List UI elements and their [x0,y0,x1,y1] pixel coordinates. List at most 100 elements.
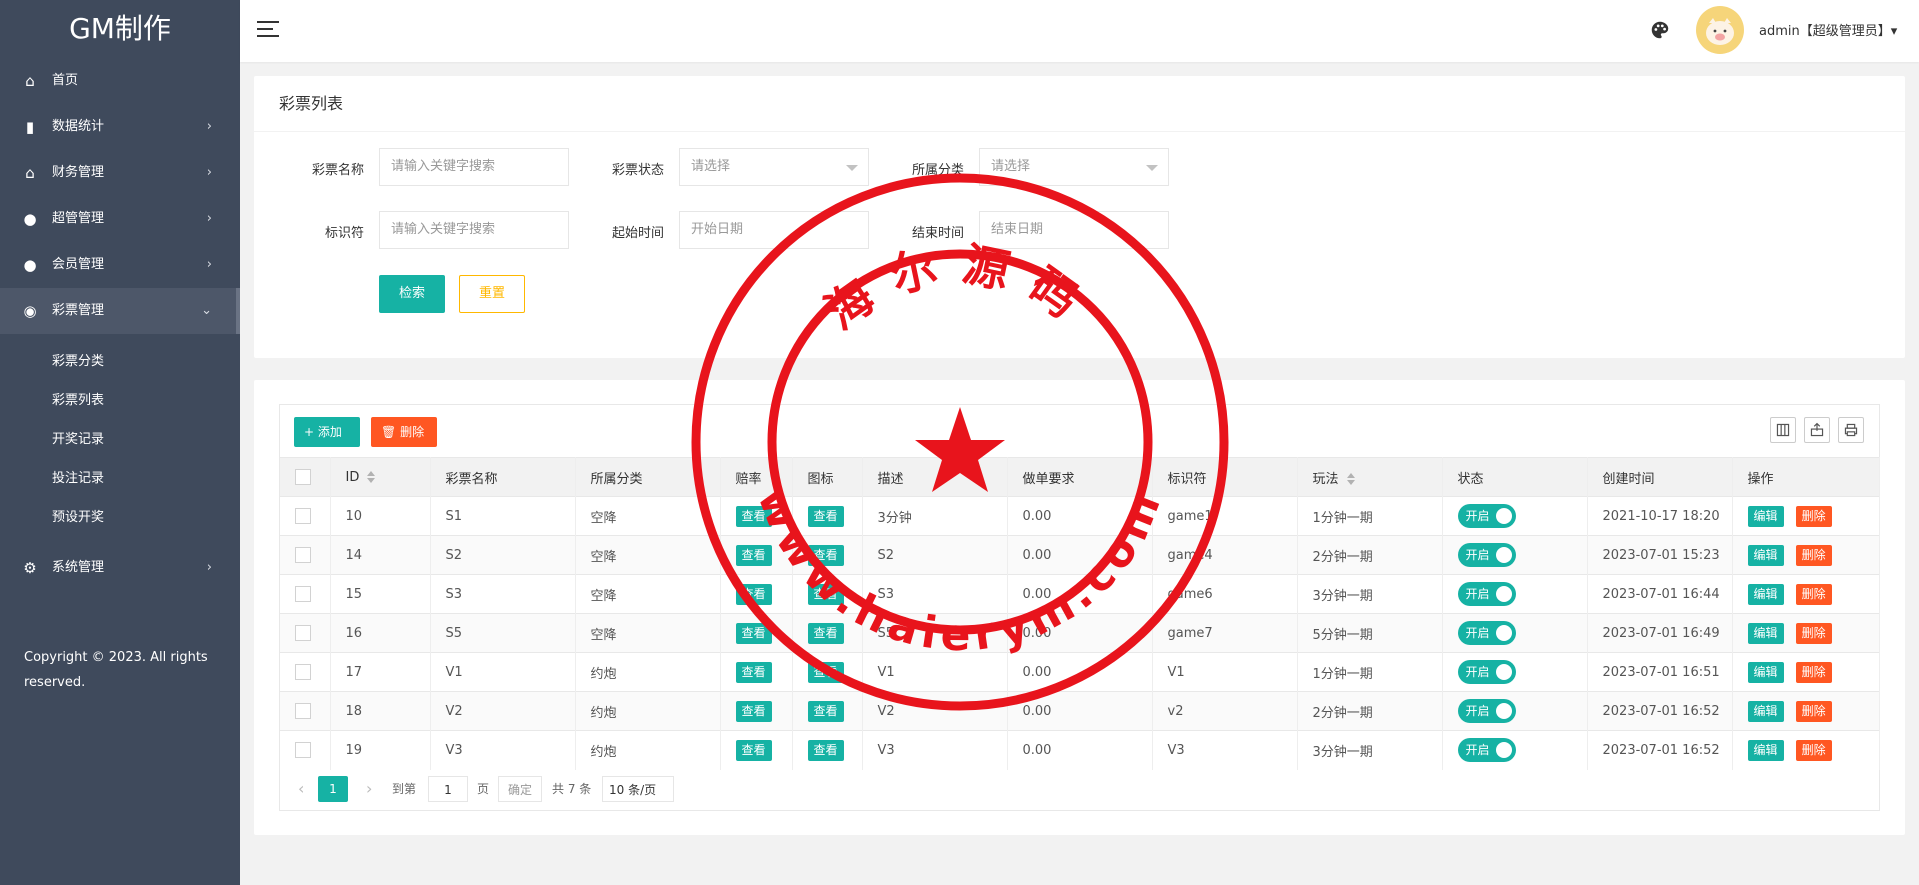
cell-actions: 编辑 删除 [1732,691,1880,731]
lottery-name-input[interactable]: 请输入关键字搜索 [379,148,569,186]
reset-button[interactable]: 重置 [459,275,525,313]
edit-button[interactable]: 编辑 [1747,739,1784,761]
view-icon-button[interactable]: 查看 [807,661,844,683]
view-odds-button[interactable]: 查看 [735,544,772,566]
edit-button[interactable]: 编辑 [1747,544,1784,566]
menu-icon[interactable] [257,21,279,39]
row-checkbox[interactable] [295,508,311,524]
goto-page-input[interactable]: 1 [428,776,468,802]
sidebar-item-admins[interactable]: ● 超管管理 › [0,196,240,242]
row-checkbox[interactable] [295,547,311,563]
cell-name: S3 [430,574,576,614]
status-toggle[interactable]: 开启 [1457,543,1516,567]
export-icon[interactable] [1804,417,1830,443]
row-checkbox-cell [280,652,331,692]
view-icon-button[interactable]: 查看 [807,739,844,761]
cell-icon: 查看 [792,652,863,692]
status-toggle[interactable]: 开启 [1457,738,1516,763]
view-odds-button[interactable]: 查看 [735,583,772,605]
status-toggle[interactable]: 开启 [1457,699,1516,723]
status-toggle[interactable]: 开启 [1457,504,1516,528]
sidebar-item-system[interactable]: ⚙ 系统管理 › [0,545,240,591]
edit-button[interactable]: 编辑 [1747,661,1784,683]
delete-button[interactable]: 删除 [1795,583,1832,605]
view-icon-button[interactable]: 查看 [807,700,844,722]
sort-icon[interactable] [367,471,376,483]
columns-filter-icon[interactable] [1770,417,1796,443]
row-checkbox[interactable] [295,703,311,719]
submenu-item-category[interactable]: 彩票分类 [0,342,240,381]
sidebar-item-label: 数据统计 [52,119,105,134]
delete-button[interactable]: 删除 [1795,622,1832,644]
end-date-input[interactable]: 结束日期 [979,211,1169,249]
view-odds-button[interactable]: 查看 [735,661,772,683]
header-id[interactable]: ID [330,457,431,497]
cell-icon: 查看 [792,691,863,731]
submenu-item-preset-draw[interactable]: 预设开奖 [0,498,240,537]
row-checkbox[interactable] [295,664,311,680]
view-icon-button[interactable]: 查看 [807,544,844,566]
cell-code: game7 [1152,613,1298,653]
next-page-icon[interactable]: › [366,776,372,802]
view-icon-button[interactable]: 查看 [807,583,844,605]
delete-button[interactable]: 删除 [1795,700,1832,722]
edit-button[interactable]: 编辑 [1747,583,1784,605]
delete-button[interactable]: 删除 [1795,661,1832,683]
cell-requirement: 0.00 [1007,535,1153,575]
edit-button[interactable]: 编辑 [1747,505,1784,527]
sidebar-item-lottery[interactable]: ◉ 彩票管理 ⌄ [0,288,240,334]
view-icon-button[interactable]: 查看 [807,505,844,527]
header-status: 状态 [1442,457,1588,497]
page-current[interactable]: 1 [318,776,348,802]
row-checkbox[interactable] [295,742,311,759]
header-desc: 描述 [862,457,1008,497]
cell-play: 1分钟一期 [1297,496,1443,536]
view-odds-button[interactable]: 查看 [735,505,772,527]
submenu-item-draw-records[interactable]: 开奖记录 [0,420,240,459]
page-size-select[interactable]: 10 条/页 [602,776,674,802]
add-button[interactable]: + 添加 [294,417,360,447]
category-select[interactable]: 请选择 [979,148,1169,186]
status-toggle[interactable]: 开启 [1457,621,1516,645]
row-checkbox[interactable] [295,625,311,641]
view-odds-button[interactable]: 查看 [735,622,772,644]
cell-category: 空降 [575,496,721,536]
sidebar-item-members[interactable]: ● 会员管理 › [0,242,240,288]
table-row: 10 S1 空降 查看 查看 3分钟 0.00 game1 1分钟一期 开启 2021-10-17 … [280,496,1880,536]
batch-delete-button[interactable]: 🗑 删除 [371,417,437,447]
delete-button[interactable]: 删除 [1795,739,1832,761]
delete-button[interactable]: 删除 [1795,505,1832,527]
select-all-checkbox[interactable] [295,469,311,485]
status-toggle[interactable]: 开启 [1457,582,1516,606]
sidebar-item-finance[interactable]: ⌂ 财务管理 › [0,150,240,196]
edit-button[interactable]: 编辑 [1747,622,1784,644]
view-odds-button[interactable]: 查看 [735,739,772,761]
goto-confirm-button[interactable]: 确定 [498,776,542,802]
lottery-status-select[interactable]: 请选择 [679,148,869,186]
cell-requirement: 0.00 [1007,652,1153,692]
sort-icon[interactable] [1346,473,1355,485]
status-toggle[interactable]: 开启 [1457,660,1516,684]
cell-status: 开启 [1442,574,1588,614]
search-button[interactable]: 检索 [379,275,445,313]
edit-button[interactable]: 编辑 [1747,700,1784,722]
avatar[interactable] [1696,6,1744,54]
view-odds-button[interactable]: 查看 [735,700,772,722]
delete-button[interactable]: 删除 [1795,544,1832,566]
row-checkbox[interactable] [295,586,311,602]
sidebar-item-statistics[interactable]: ▮ 数据统计 › [0,104,240,150]
submenu-item-bet-records[interactable]: 投注记录 [0,459,240,498]
start-date-input[interactable]: 开始日期 [679,211,869,249]
user-menu[interactable]: admin【超级管理员】▾ [1759,20,1897,39]
sidebar-item-home[interactable]: ⌂ 首页 [0,58,240,104]
submenu-item-list[interactable]: 彩票列表 [0,381,240,420]
print-icon[interactable] [1838,417,1864,443]
cell-icon: 查看 [792,613,863,653]
cell-created: 2023-07-01 15:23 [1587,535,1733,575]
prev-page-icon[interactable]: ‹ [298,776,304,802]
code-input[interactable]: 请输入关键字搜索 [379,211,569,249]
cell-id: 19 [330,730,431,770]
view-icon-button[interactable]: 查看 [807,622,844,644]
header-play[interactable]: 玩法 [1297,457,1443,497]
palette-icon[interactable] [1649,19,1671,41]
